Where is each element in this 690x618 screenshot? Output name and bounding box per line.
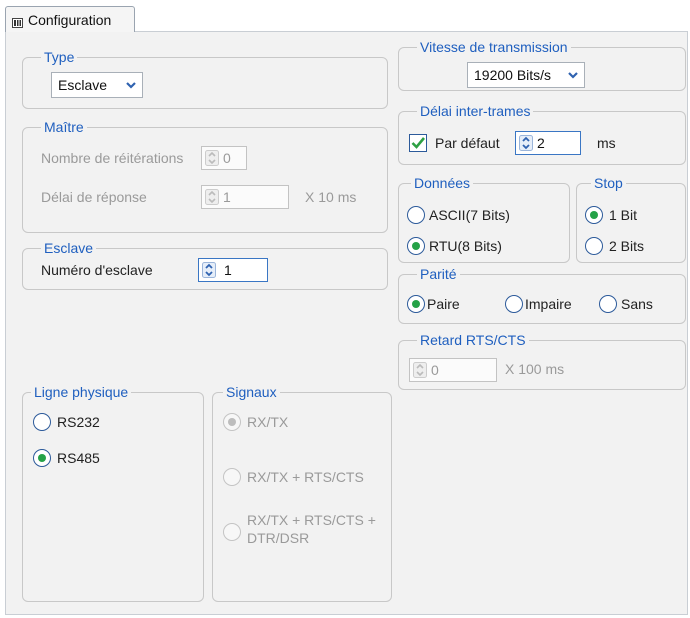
- parite-group: Parité Paire Impaire Sans: [398, 265, 686, 324]
- radio-sans[interactable]: [599, 295, 617, 313]
- inter-frame-delay-spinner[interactable]: 2: [515, 131, 581, 155]
- radio-rx-tx-label: RX/TX: [247, 414, 289, 430]
- radio-paire[interactable]: [407, 295, 425, 313]
- spinner-arrows-icon: [202, 262, 216, 278]
- default-label: Par défaut: [435, 135, 500, 151]
- radio-rx-tx-rts-cts-dtr-dsr-label-line2: DTR/DSR: [247, 530, 310, 546]
- response-delay-label: Délai de réponse: [41, 189, 147, 205]
- parite-legend: Parité: [417, 265, 460, 283]
- stop-group: Stop 1 Bit 2 Bits: [576, 174, 686, 263]
- radio-ascii[interactable]: [407, 206, 425, 224]
- type-group: Type Esclave: [22, 48, 388, 109]
- radio-sans-label: Sans: [621, 296, 653, 312]
- delai-inter-trames-legend: Délai inter-trames: [417, 102, 534, 120]
- retries-value: 0: [223, 150, 231, 166]
- configuration-tab-icon: [12, 15, 23, 28]
- vitesse-group: Vitesse de transmission 19200 Bits/s: [398, 38, 686, 91]
- radio-1-bit-label: 1 Bit: [609, 207, 638, 223]
- radio-rs485-label: RS485: [57, 450, 100, 466]
- slave-number-label: Numéro d'esclave: [41, 262, 153, 278]
- radio-1-bit[interactable]: [585, 206, 603, 224]
- radio-impaire[interactable]: [505, 295, 523, 313]
- delai-inter-trames-group: Délai inter-trames Par défaut 2 ms: [398, 102, 686, 165]
- response-delay-spinner[interactable]: 1: [201, 185, 289, 209]
- radio-rs485[interactable]: [33, 449, 51, 467]
- rts-cts-delay-spinner[interactable]: 0: [409, 358, 497, 382]
- radio-selected-dot: [228, 418, 236, 426]
- radio-rx-tx[interactable]: [223, 413, 241, 431]
- retard-rts-cts-group: Retard RTS/CTS 0 X 100 ms: [398, 331, 686, 390]
- slave-number-value: 1: [224, 262, 232, 278]
- radio-2-bits[interactable]: [585, 237, 603, 255]
- ligne-physique-legend: Ligne physique: [31, 383, 132, 401]
- radio-rtu-label: RTU(8 Bits): [429, 238, 502, 254]
- donnees-group: Données ASCII(7 Bits) RTU(8 Bits): [398, 174, 570, 263]
- radio-selected-dot: [412, 300, 420, 308]
- tab-configuration[interactable]: Configuration: [5, 6, 135, 32]
- spinner-arrows-icon: [205, 150, 219, 166]
- esclave-group: Esclave Numéro d'esclave 1: [22, 239, 388, 290]
- radio-selected-dot: [38, 454, 46, 462]
- maitre-group: Maître Nombre de réitérations 0 Délai de…: [22, 118, 388, 233]
- baud-rate-select[interactable]: 19200 Bits/s: [467, 62, 585, 88]
- radio-rs232[interactable]: [33, 413, 51, 431]
- radio-selected-dot: [412, 242, 420, 250]
- baud-rate-value: 19200 Bits/s: [474, 67, 552, 83]
- radio-ascii-label: ASCII(7 Bits): [429, 207, 510, 223]
- inter-frame-delay-value: 2: [537, 135, 545, 151]
- rts-cts-delay-value: 0: [431, 362, 439, 378]
- signaux-group: Signaux RX/TX RX/TX + RTS/CTS RX/TX + RT…: [212, 383, 392, 602]
- rts-cts-delay-unit: X 100 ms: [505, 361, 565, 377]
- radio-rtu[interactable]: [407, 237, 425, 255]
- chevron-down-icon: [124, 78, 138, 92]
- type-select[interactable]: Esclave: [51, 72, 143, 98]
- spinner-arrows-icon: [519, 135, 533, 151]
- default-checkbox[interactable]: [409, 134, 427, 152]
- esclave-legend: Esclave: [41, 239, 97, 257]
- radio-paire-label: Paire: [427, 296, 460, 312]
- tab-label: Configuration: [28, 11, 112, 28]
- radio-rx-tx-rts-cts-dtr-dsr[interactable]: [223, 523, 241, 541]
- retries-label: Nombre de réitérations: [41, 150, 184, 166]
- type-legend: Type: [41, 48, 78, 66]
- radio-rx-tx-rts-cts[interactable]: [223, 468, 241, 486]
- radio-2-bits-label: 2 Bits: [609, 238, 645, 254]
- retard-rts-cts-legend: Retard RTS/CTS: [417, 331, 529, 349]
- slave-number-spinner[interactable]: 1: [198, 258, 268, 282]
- spinner-arrows-icon: [205, 189, 219, 205]
- radio-rs232-label: RS232: [57, 414, 100, 430]
- donnees-legend: Données: [411, 174, 474, 192]
- signaux-legend: Signaux: [223, 383, 280, 401]
- maitre-legend: Maître: [41, 118, 87, 136]
- response-delay-value: 1: [223, 189, 231, 205]
- radio-rx-tx-rts-cts-dtr-dsr-label-line1: RX/TX + RTS/CTS +: [247, 512, 376, 528]
- ligne-physique-group: Ligne physique RS232 RS485: [22, 383, 204, 602]
- stop-legend: Stop: [591, 174, 626, 192]
- radio-selected-dot: [590, 211, 598, 219]
- vitesse-legend: Vitesse de transmission: [417, 38, 571, 56]
- configuration-panel: Type Esclave Maître Nombre de réitératio…: [5, 31, 688, 615]
- type-select-value: Esclave: [58, 77, 108, 93]
- retries-spinner[interactable]: 0: [201, 146, 247, 170]
- inter-frame-delay-unit: ms: [597, 135, 616, 151]
- spinner-arrows-icon: [413, 362, 427, 378]
- chevron-down-icon: [566, 68, 580, 82]
- radio-impaire-label: Impaire: [525, 296, 572, 312]
- radio-rx-tx-rts-cts-label: RX/TX + RTS/CTS: [247, 469, 364, 485]
- response-delay-unit: X 10 ms: [305, 189, 357, 205]
